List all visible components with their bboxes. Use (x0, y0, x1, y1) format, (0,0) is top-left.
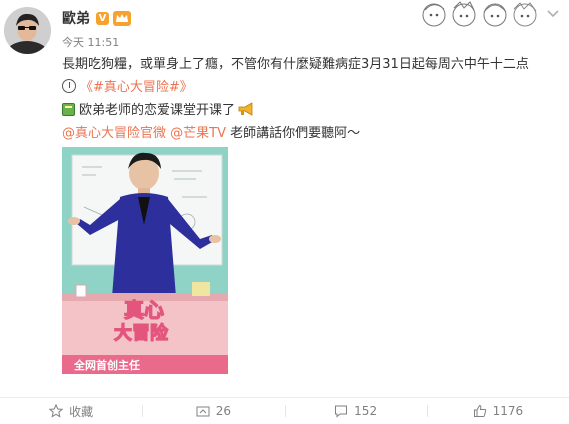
like-button[interactable]: 1176 (426, 398, 569, 424)
post-text: 長期吃狗糧，或單身上了癮，不管你有什麼疑難病症3月31日起每周六中午十二点 《#… (62, 56, 562, 148)
avatar[interactable] (4, 7, 51, 54)
weibo-post-card: 歐弟 V 今天 11:51 長期吃狗糧，或單身上了癮，不管你有什麼疑難病症3月3… (0, 0, 569, 424)
book-emoji-icon (62, 103, 75, 116)
post-image[interactable]: 真心 大冒险 全网首创主任 (62, 147, 228, 374)
mention-link-mangotv[interactable]: @芒果TV (170, 126, 226, 141)
forward-button[interactable]: 26 (142, 398, 284, 424)
forward-icon (196, 406, 210, 417)
forward-count: 26 (215, 404, 232, 418)
mention-link-official[interactable]: @真心大冒险官微 (62, 126, 166, 141)
poster-caption-text: 全网首创主任 (73, 358, 140, 372)
post-topic-line: 《#真心大冒险#》 (62, 79, 562, 102)
megaphone-emoji-icon (238, 102, 253, 116)
post-text-line: 長期吃狗糧，或單身上了癮，不管你有什麼疑難病症3月31日起每周六中午十二点 (62, 57, 529, 72)
post-action-bar: 收藏 26 152 1176 (0, 398, 569, 424)
topic-hashtag-link[interactable]: 《#真心大冒险#》 (80, 80, 193, 95)
username[interactable]: 歐弟 (62, 10, 90, 28)
star-icon (49, 404, 64, 418)
favorite-button[interactable]: 收藏 (0, 398, 142, 424)
comment-count: 152 (354, 404, 378, 418)
post-timestamp[interactable]: 今天 11:51 (62, 36, 119, 50)
comment-icon (335, 405, 348, 418)
comment-button[interactable]: 152 (284, 398, 427, 424)
favorite-label: 收藏 (69, 404, 94, 419)
thumbs-up-icon (473, 404, 486, 417)
post-mentions-line: @真心大冒险官微 @芒果TV 老師講話你們要聽阿～ (62, 125, 562, 148)
like-count: 1176 (492, 404, 524, 418)
poster-title-text: 真心 (124, 298, 164, 322)
chevron-down-icon[interactable] (545, 6, 561, 22)
verified-badge-icon: V (96, 12, 109, 25)
post-text-segment: 欧弟老师的恋爱课堂开课了 (79, 103, 236, 118)
clock-icon (62, 79, 76, 93)
header-decoration-illustration (422, 1, 537, 27)
post-text-line: 欧弟老师的恋爱课堂开课了 (62, 102, 562, 125)
poster-title-text: 大冒险 (114, 322, 169, 344)
post-text-segment: 老師講話你們要聽阿～ (226, 126, 361, 141)
crown-badge-icon (113, 11, 131, 26)
